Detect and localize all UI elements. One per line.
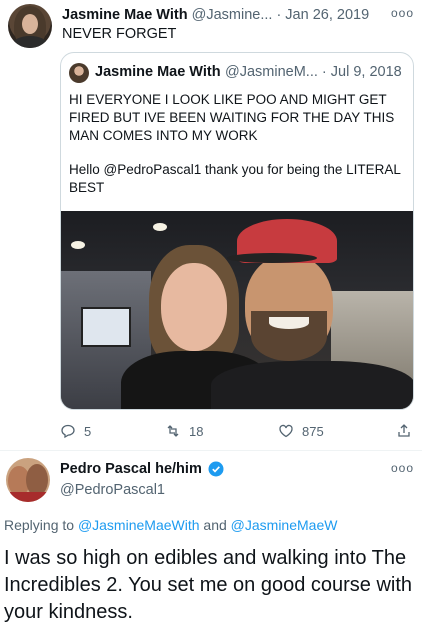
avatar[interactable] [6,458,50,502]
heart-icon [279,424,293,438]
quoted-tweet-header: Jasmine Mae With @JasmineM... · Jul 9, 2… [69,63,409,83]
replying-to-label: Replying to [4,517,75,533]
reply-icon [61,424,75,439]
tweet-actions: 5 18 875 [60,420,414,442]
original-tweet[interactable]: Jasmine Mae With @Jasmine... · Jan 26, 2… [0,0,422,450]
divider [0,450,422,451]
like-button[interactable]: 875 [278,420,324,442]
tweet-date[interactable]: · Jan 26, 2019 [276,7,369,23]
tweet-header: Jasmine Mae With @Jasmine... · Jan 26, 2… [62,7,414,27]
verified-badge-icon [208,461,224,477]
reply-button[interactable]: 5 [60,420,91,442]
more-dots-icon[interactable]: ooo [391,461,414,475]
author-name[interactable]: Jasmine Mae With [62,7,188,23]
like-count: 875 [302,423,324,439]
reply-author-name-row[interactable]: Pedro Pascal he/him [60,461,224,477]
author-handle[interactable]: @Jasmine... [192,7,273,23]
reply-text: I was so high on edibles and walking int… [4,547,413,623]
replying-to-link-1[interactable]: @JasmineMaeWith [78,517,200,533]
quoted-author-name: Jasmine Mae With [95,64,221,80]
share-icon [398,424,410,437]
more-dots-icon[interactable]: ooo [391,6,414,20]
tweet-text: NEVER FORGET [62,26,177,42]
replying-and: and [203,517,227,533]
retweet-count: 18 [189,423,204,439]
avatar [69,63,89,83]
retweet-button[interactable]: 18 [165,420,203,442]
replying-to: Replying to @JasmineMaeWith and @Jasmine… [4,517,337,533]
reply-count: 5 [84,423,92,439]
retweet-icon [167,425,179,437]
quoted-tweet[interactable]: Jasmine Mae With @JasmineM... · Jul 9, 2… [60,52,414,410]
avatar[interactable] [8,4,52,48]
quoted-author-handle: @JasmineM... · Jul 9, 2018 [225,64,402,80]
reply-author-handle[interactable]: @PedroPascal1 [60,482,165,498]
share-button[interactable] [396,420,412,442]
replying-to-link-2[interactable]: @JasmineMaeW [231,517,338,533]
tweet-photo[interactable] [61,211,413,409]
quoted-tweet-text: HI EVERYONE I LOOK LIKE POO AND MIGHT GE… [69,92,395,143]
reply-author-name[interactable]: Pedro Pascal he/him [60,461,202,477]
quoted-tweet-text-2: Hello @PedroPascal1 thank you for being … [69,162,401,195]
